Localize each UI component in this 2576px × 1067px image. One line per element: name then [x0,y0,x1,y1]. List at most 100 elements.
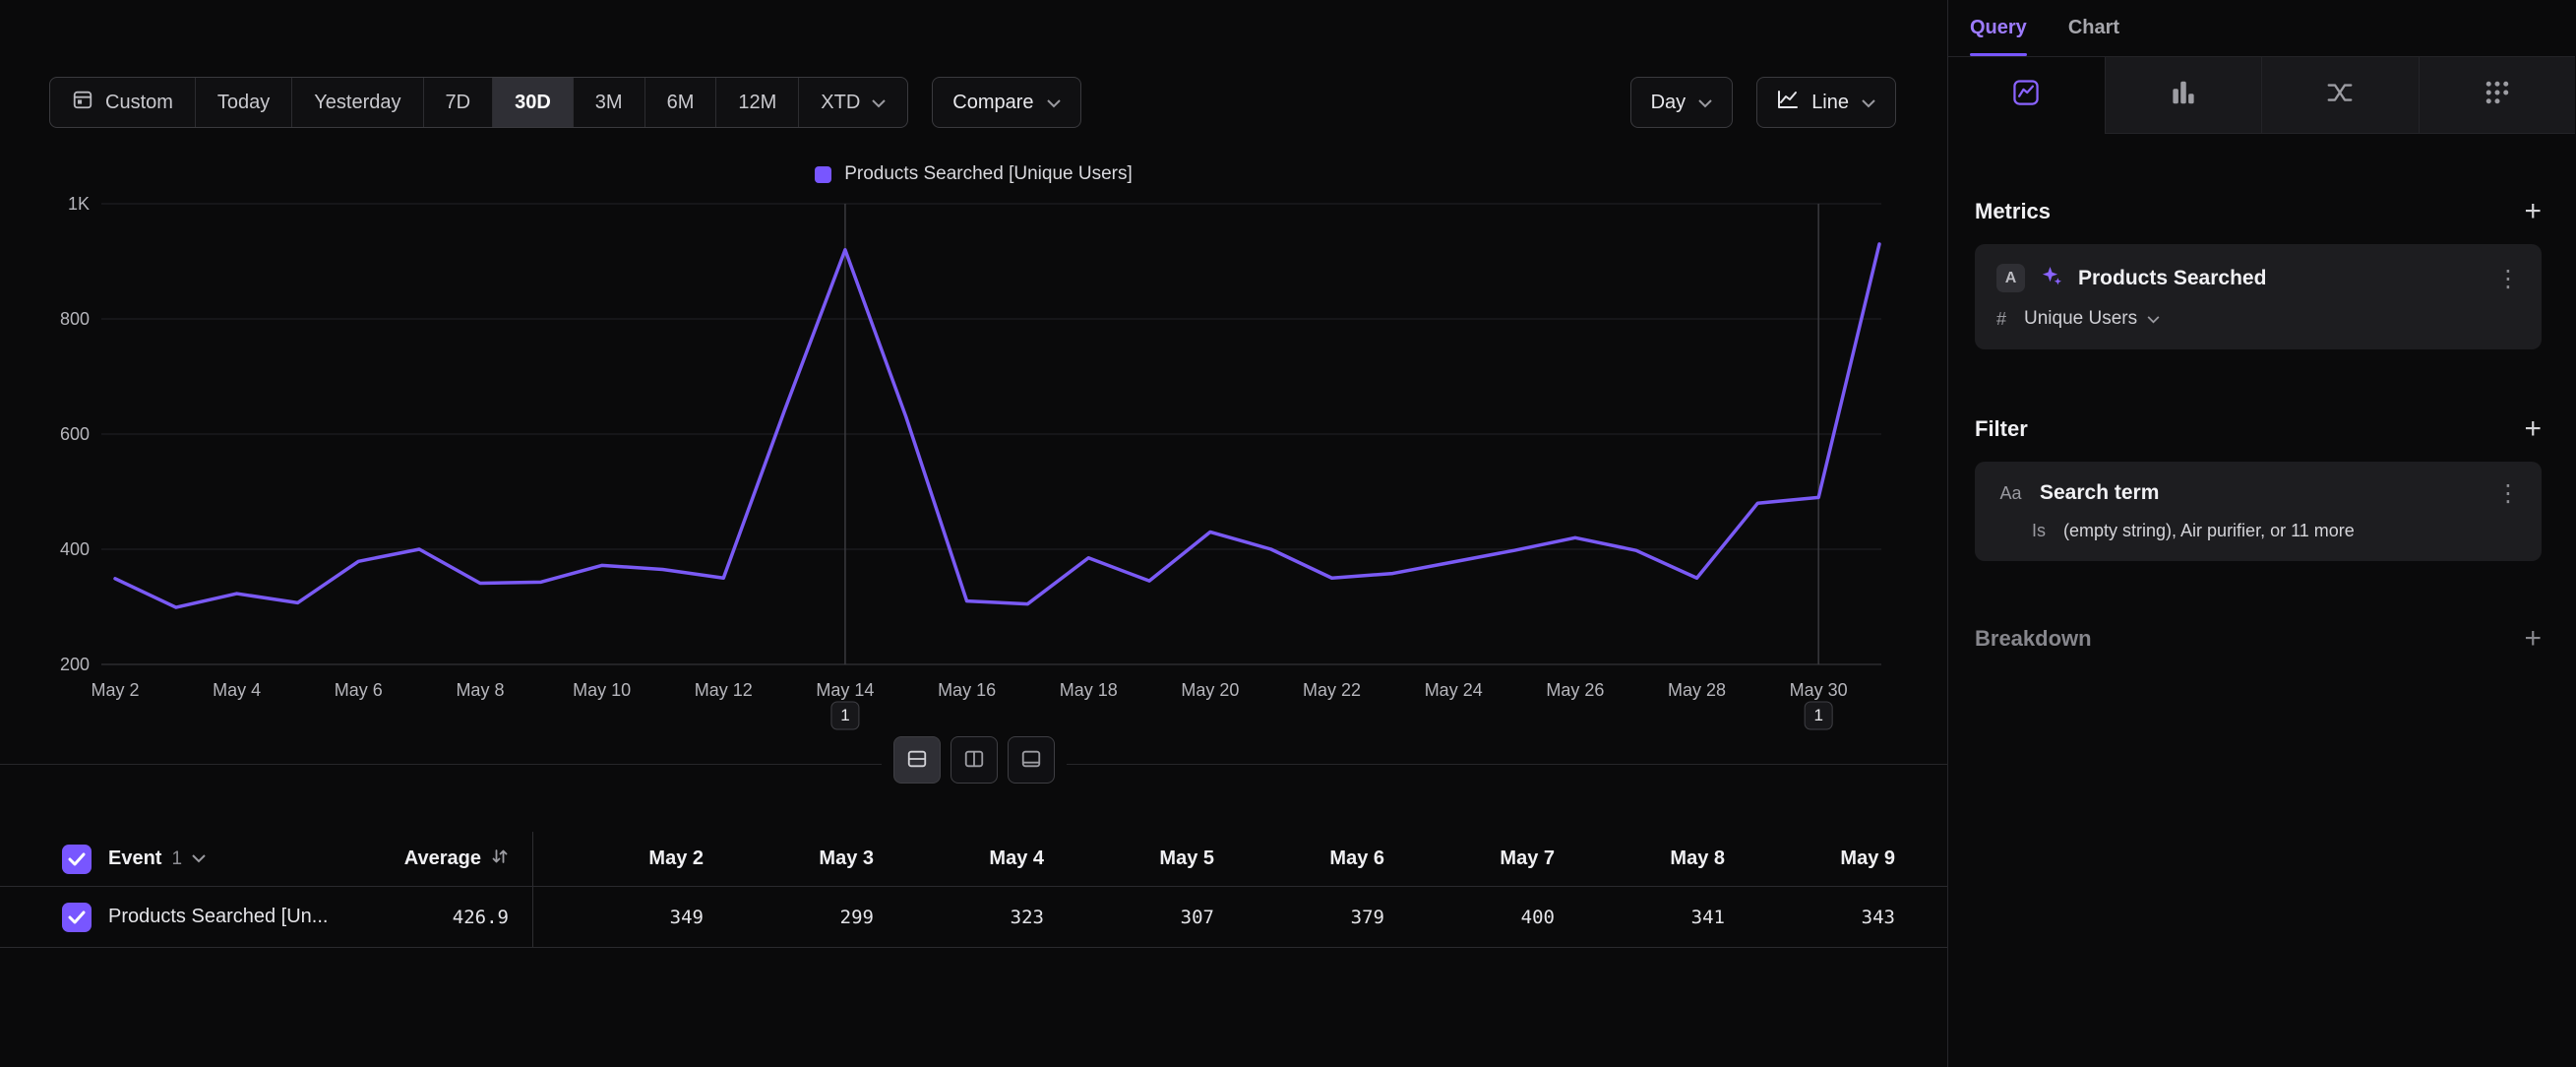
svg-text:May 4: May 4 [213,680,261,700]
svg-text:1K: 1K [68,194,90,214]
event-header[interactable]: Event 1 [108,847,396,870]
metrics-title: Metrics [1975,199,2051,224]
svg-text:May 22: May 22 [1303,680,1361,700]
breakdown-section-header: Breakdown + [1975,624,2542,654]
event-header-label: Event [108,847,161,870]
line-chart: 200 400 600 800 1K May 2 May 4 May 6 May 8 May 10… [0,0,1948,764]
chart-type-bar-tab[interactable] [2105,57,2262,134]
svg-text:May 20: May 20 [1181,680,1239,700]
svg-text:May 24: May 24 [1425,680,1483,700]
filter-value[interactable]: (empty string), Air purifier, or 11 more [2063,521,2355,541]
line-chart-icon [2011,78,2041,112]
svg-text:May 16: May 16 [938,680,996,700]
metric-name: Products Searched [2078,267,2482,290]
sort-icon [491,847,509,870]
select-all-checkbox[interactable] [62,845,92,874]
layout-bottom-bar-button[interactable] [1008,736,1055,784]
date-column-header[interactable]: May 5 [1044,847,1214,870]
metric-card[interactable]: A Products Searched ⋮ # Unique Users [1975,244,2542,349]
filter-kebab-menu[interactable]: ⋮ [2496,481,2520,505]
filter-operator[interactable]: Is [2032,521,2046,541]
query-builder: Metrics + A Products Searched ⋮ # [1948,134,2575,654]
filter-property-name: Search term [2040,481,2482,505]
table-value: 323 [874,907,1044,928]
row-select-cell [62,903,108,932]
svg-text:May 8: May 8 [456,680,504,700]
table-value: 341 [1555,907,1725,928]
chart-type-flow-tab[interactable] [2261,57,2419,134]
add-filter-button[interactable]: + [2524,414,2542,444]
filter-card[interactable]: Aa Search term ⋮ Is (empty string), Air … [1975,462,2542,561]
metric-kebab-menu[interactable]: ⋮ [2496,267,2520,290]
query-panel: Query Chart [1948,0,2575,1067]
annotation-badge[interactable]: 1 [1805,702,1832,729]
average-value-cell: 426.9 [396,887,533,947]
add-breakdown-button[interactable]: + [2524,624,2542,654]
table-value: 299 [704,907,874,928]
tab-query[interactable]: Query [1970,0,2027,56]
layout-bottom-bar-icon [1020,748,1042,773]
report-main: Custom Today Yesterday 7D 30D 3M 6M 12M … [0,0,1948,1067]
svg-text:400: 400 [60,539,90,559]
chevron-down-icon [2147,308,2160,330]
svg-text:800: 800 [60,309,90,329]
date-column-header[interactable]: May 4 [874,847,1044,870]
table-header-row: Event 1 Average May 2 May 3 May [0,832,1947,887]
date-column-header[interactable]: May 3 [704,847,874,870]
chart-type-tabs [1948,56,2575,134]
date-column-header[interactable]: May 8 [1555,847,1725,870]
chart-type-metric-tab[interactable] [2419,57,2576,134]
bar-chart-icon [2169,78,2198,112]
svg-text:May 28: May 28 [1668,680,1726,700]
svg-text:200: 200 [60,655,90,674]
average-header-label: Average [404,847,481,870]
layout-split-vertical-button[interactable] [951,736,998,784]
svg-text:May 26: May 26 [1546,680,1604,700]
string-type-icon: Aa [1996,483,2025,504]
filter-section-header: Filter + [1975,414,2542,444]
date-column-header[interactable]: May 6 [1214,847,1384,870]
row-checkbox[interactable] [62,903,92,932]
chevron-down-icon [192,850,206,868]
event-count: 1 [171,848,182,870]
layout-split-horizontal-button[interactable] [893,736,941,784]
table-value: 379 [1214,907,1384,928]
date-column-header[interactable]: May 9 [1725,847,1895,870]
svg-text:May 10: May 10 [573,680,631,700]
svg-text:May 6: May 6 [335,680,383,700]
aggregation-label: Unique Users [2024,308,2137,330]
layout-toggle-group [882,730,1067,789]
table-value: 400 [1384,907,1555,928]
metrics-section-header: Metrics + [1975,197,2542,226]
svg-text:May 18: May 18 [1060,680,1118,700]
breakdown-title: Breakdown [1975,626,2092,652]
layout-split-horizontal-icon [906,748,928,773]
svg-text:600: 600 [60,424,90,444]
series-name[interactable]: Products Searched [Un... [108,906,396,928]
annotation-badge[interactable]: 1 [831,702,859,729]
svg-text:1: 1 [1813,706,1822,724]
flow-icon [2325,78,2355,112]
add-metric-button[interactable]: + [2524,197,2542,226]
breakdown-table: Event 1 Average May 2 May 3 May [0,832,1947,948]
layout-split-vertical-icon [963,748,985,773]
average-header[interactable]: Average [396,832,533,886]
filter-title: Filter [1975,416,2028,442]
tab-chart[interactable]: Chart [2068,0,2119,56]
metric-letter-badge: A [1996,264,2025,292]
date-column-header[interactable]: May 2 [533,847,704,870]
date-column-header[interactable]: May 7 [1384,847,1555,870]
aggregation-dropdown[interactable]: Unique Users [2024,308,2160,330]
sparkle-icon [2040,264,2063,292]
svg-text:1: 1 [840,706,849,724]
table-value: 343 [1725,907,1895,928]
table-value: 307 [1044,907,1214,928]
select-all-cell [62,845,108,874]
svg-text:May 14: May 14 [816,680,874,700]
aggregation-symbol: # [1996,309,2006,330]
svg-text:May 12: May 12 [695,680,753,700]
chart-type-insights-tab[interactable] [1948,57,2105,134]
table-value: 349 [533,907,704,928]
average-value: 426.9 [453,907,509,928]
svg-text:May 2: May 2 [91,680,139,700]
